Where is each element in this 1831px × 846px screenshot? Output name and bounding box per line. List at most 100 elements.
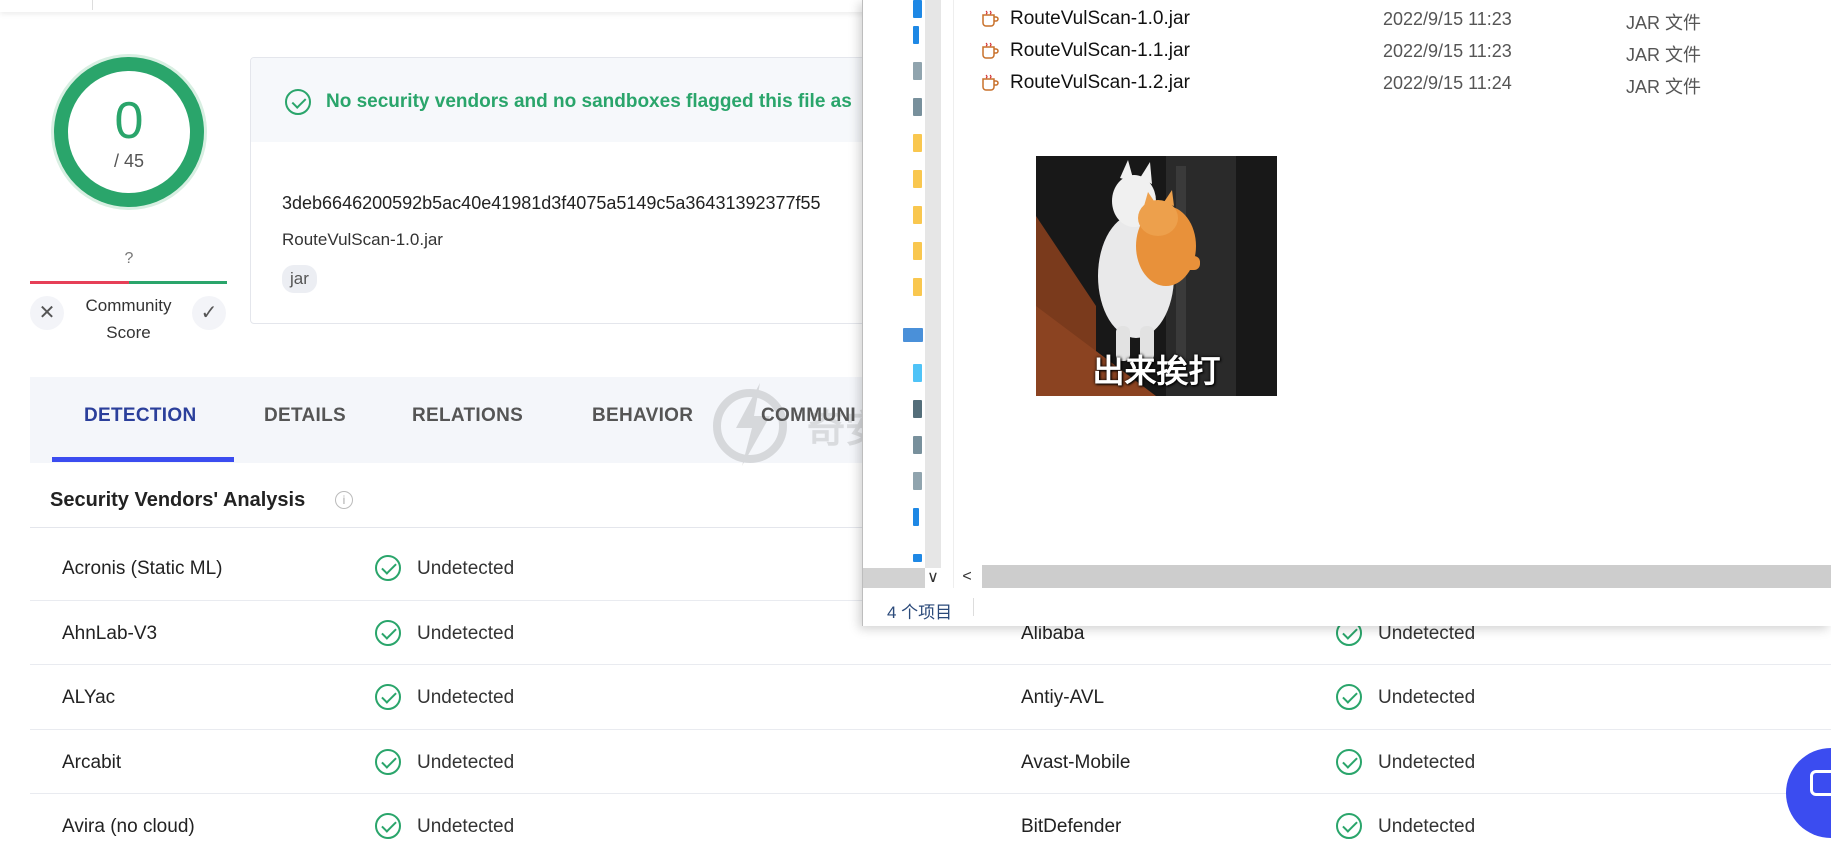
table-row: Avira (no cloud) Undetected BitDefender … [30, 794, 1831, 846]
status-divider [973, 598, 974, 616]
tab-relations[interactable]: RELATIONS [412, 405, 523, 427]
scroll-down-button[interactable]: ∨ [925, 568, 941, 588]
community-score-label-line1: Community [85, 296, 172, 315]
community-score-negative-bar [30, 281, 129, 284]
meme-image: 出来挨打 [1036, 156, 1277, 396]
vote-harmful-button[interactable]: ✕ [30, 296, 64, 330]
close-icon: ✕ [38, 302, 56, 324]
file-type: JAR 文件 [1626, 77, 1702, 97]
status-bar: 4 个项目 [863, 588, 1831, 626]
section-title: Security Vendors' Analysis [50, 489, 306, 511]
lightning-logo-icon [713, 383, 787, 466]
file-name: RouteVulScan-1.1.jar [1010, 40, 1190, 61]
jar-file-icon [982, 42, 999, 59]
cube-icon[interactable] [913, 364, 922, 382]
vendor-status: Undetected [1378, 816, 1476, 837]
check-icon: ✓ [200, 302, 218, 324]
scroll-left-button[interactable]: < [954, 565, 980, 588]
table-row: Arcabit Undetected Avast-Mobile Undetect… [30, 730, 1831, 794]
vendor-name: ALYac [62, 687, 116, 708]
file-type: JAR 文件 [1626, 45, 1702, 65]
tab-details[interactable]: DETAILS [264, 405, 346, 427]
verdict-text: No security vendors and no sandboxes fla… [326, 91, 852, 112]
check-circle-icon [1336, 684, 1362, 710]
file-type-tag[interactable]: jar [282, 265, 317, 293]
navigation-scrollbar[interactable] [925, 0, 941, 568]
chat-icon [1810, 770, 1831, 796]
tab-detection[interactable]: DETECTION [84, 405, 196, 427]
folder-icon[interactable] [913, 170, 922, 188]
folder-icon[interactable] [913, 0, 922, 18]
vendor-name: Avast-Mobile [1021, 751, 1131, 773]
community-score-label: Community Score [70, 292, 187, 346]
meme-caption: 出来挨打 [1092, 353, 1221, 389]
file-row[interactable]: RouteVulScan-1.1.jar 2022/9/15 11:23 JAR… [981, 36, 1801, 65]
vendor-status: Undetected [417, 816, 515, 837]
download-icon[interactable] [913, 508, 919, 526]
download-icon[interactable] [913, 26, 919, 44]
vendor-status: Undetected [1378, 687, 1476, 708]
video-icon[interactable] [913, 400, 922, 418]
table-row: ALYac Undetected Antiy-AVL Undetected [30, 665, 1831, 730]
vendor-status: Undetected [417, 687, 515, 708]
folder-icon[interactable] [913, 278, 922, 296]
detection-score-ring: 0 / 45 [54, 57, 204, 207]
file-modified-date: 2022/9/15 11:24 [1383, 73, 1512, 93]
vendor-name: Acronis (Static ML) [62, 558, 223, 579]
community-score-help-icon[interactable]: ? [118, 248, 140, 270]
check-circle-icon [375, 619, 401, 646]
file-row[interactable]: RouteVulScan-1.0.jar 2022/9/15 11:23 JAR… [981, 4, 1801, 33]
file-name: RouteVulScan-1.0.jar [1010, 8, 1190, 29]
vendor-status: Undetected [417, 558, 515, 579]
navigation-horizontal-scrollbar[interactable] [863, 568, 925, 588]
vendor-status: Undetected [1378, 751, 1476, 773]
folder-icon[interactable] [913, 134, 922, 152]
check-circle-icon [375, 748, 401, 775]
file-hash[interactable]: 3deb6646200592b5ac40e41981d3f4075a5149c5… [282, 193, 821, 214]
vendor-name: Avira (no cloud) [62, 816, 195, 837]
vendor-name: Antiy-AVL [1021, 687, 1105, 708]
vendor-name: Arcabit [62, 751, 122, 773]
jar-file-icon [982, 74, 999, 91]
document-icon[interactable] [913, 472, 922, 490]
file-summary-card: No security vendors and no sandboxes fla… [250, 57, 950, 324]
check-circle-icon [375, 555, 401, 581]
detection-count: 0 [114, 92, 144, 150]
check-circle-icon [375, 684, 401, 710]
folder-icon[interactable] [913, 242, 922, 260]
active-tab-indicator [52, 457, 234, 462]
check-circle-icon [1336, 748, 1362, 775]
file-name: RouteVulScan-1.0.jar [282, 230, 443, 249]
verdict-banner: No security vendors and no sandboxes fla… [251, 58, 949, 142]
file-explorer-window: ∨ RouteVulScan-1.0.jar 2022/9/15 11:23 J… [862, 0, 1831, 626]
computer-icon[interactable] [903, 328, 923, 342]
info-icon[interactable]: i [335, 491, 353, 509]
vendor-name: AhnLab-V3 [62, 622, 158, 644]
navigation-pane[interactable]: ∨ [863, 0, 953, 588]
community-score-label-line2: Score [106, 323, 151, 342]
picture-icon[interactable] [913, 436, 922, 454]
scrollbar-thumb[interactable] [982, 565, 1831, 588]
community-score-positive-bar [129, 281, 227, 284]
file-type: JAR 文件 [1626, 13, 1702, 33]
picture-icon[interactable] [913, 98, 922, 116]
check-circle-icon [285, 89, 311, 115]
vendor-status: Undetected [417, 751, 515, 773]
music-icon[interactable] [913, 554, 922, 562]
file-name: RouteVulScan-1.2.jar [1010, 72, 1190, 93]
file-row[interactable]: RouteVulScan-1.2.jar 2022/9/15 11:24 JAR… [981, 68, 1801, 97]
top-bar-divider [92, 0, 93, 10]
file-modified-date: 2022/9/15 11:23 [1383, 9, 1512, 29]
detection-total: / 45 [113, 151, 145, 171]
pane-divider[interactable] [953, 0, 954, 588]
tab-behavior[interactable]: BEHAVIOR [592, 405, 693, 427]
jar-file-icon [982, 10, 999, 27]
item-count: 4 个项目 [887, 603, 953, 622]
content-horizontal-scrollbar[interactable]: < [954, 565, 1831, 588]
check-circle-icon [1336, 813, 1362, 839]
check-circle-icon [375, 813, 401, 839]
vendor-status: Undetected [417, 622, 515, 644]
vote-harmless-button[interactable]: ✓ [192, 296, 226, 330]
document-icon[interactable] [913, 62, 922, 80]
folder-icon[interactable] [913, 206, 922, 224]
